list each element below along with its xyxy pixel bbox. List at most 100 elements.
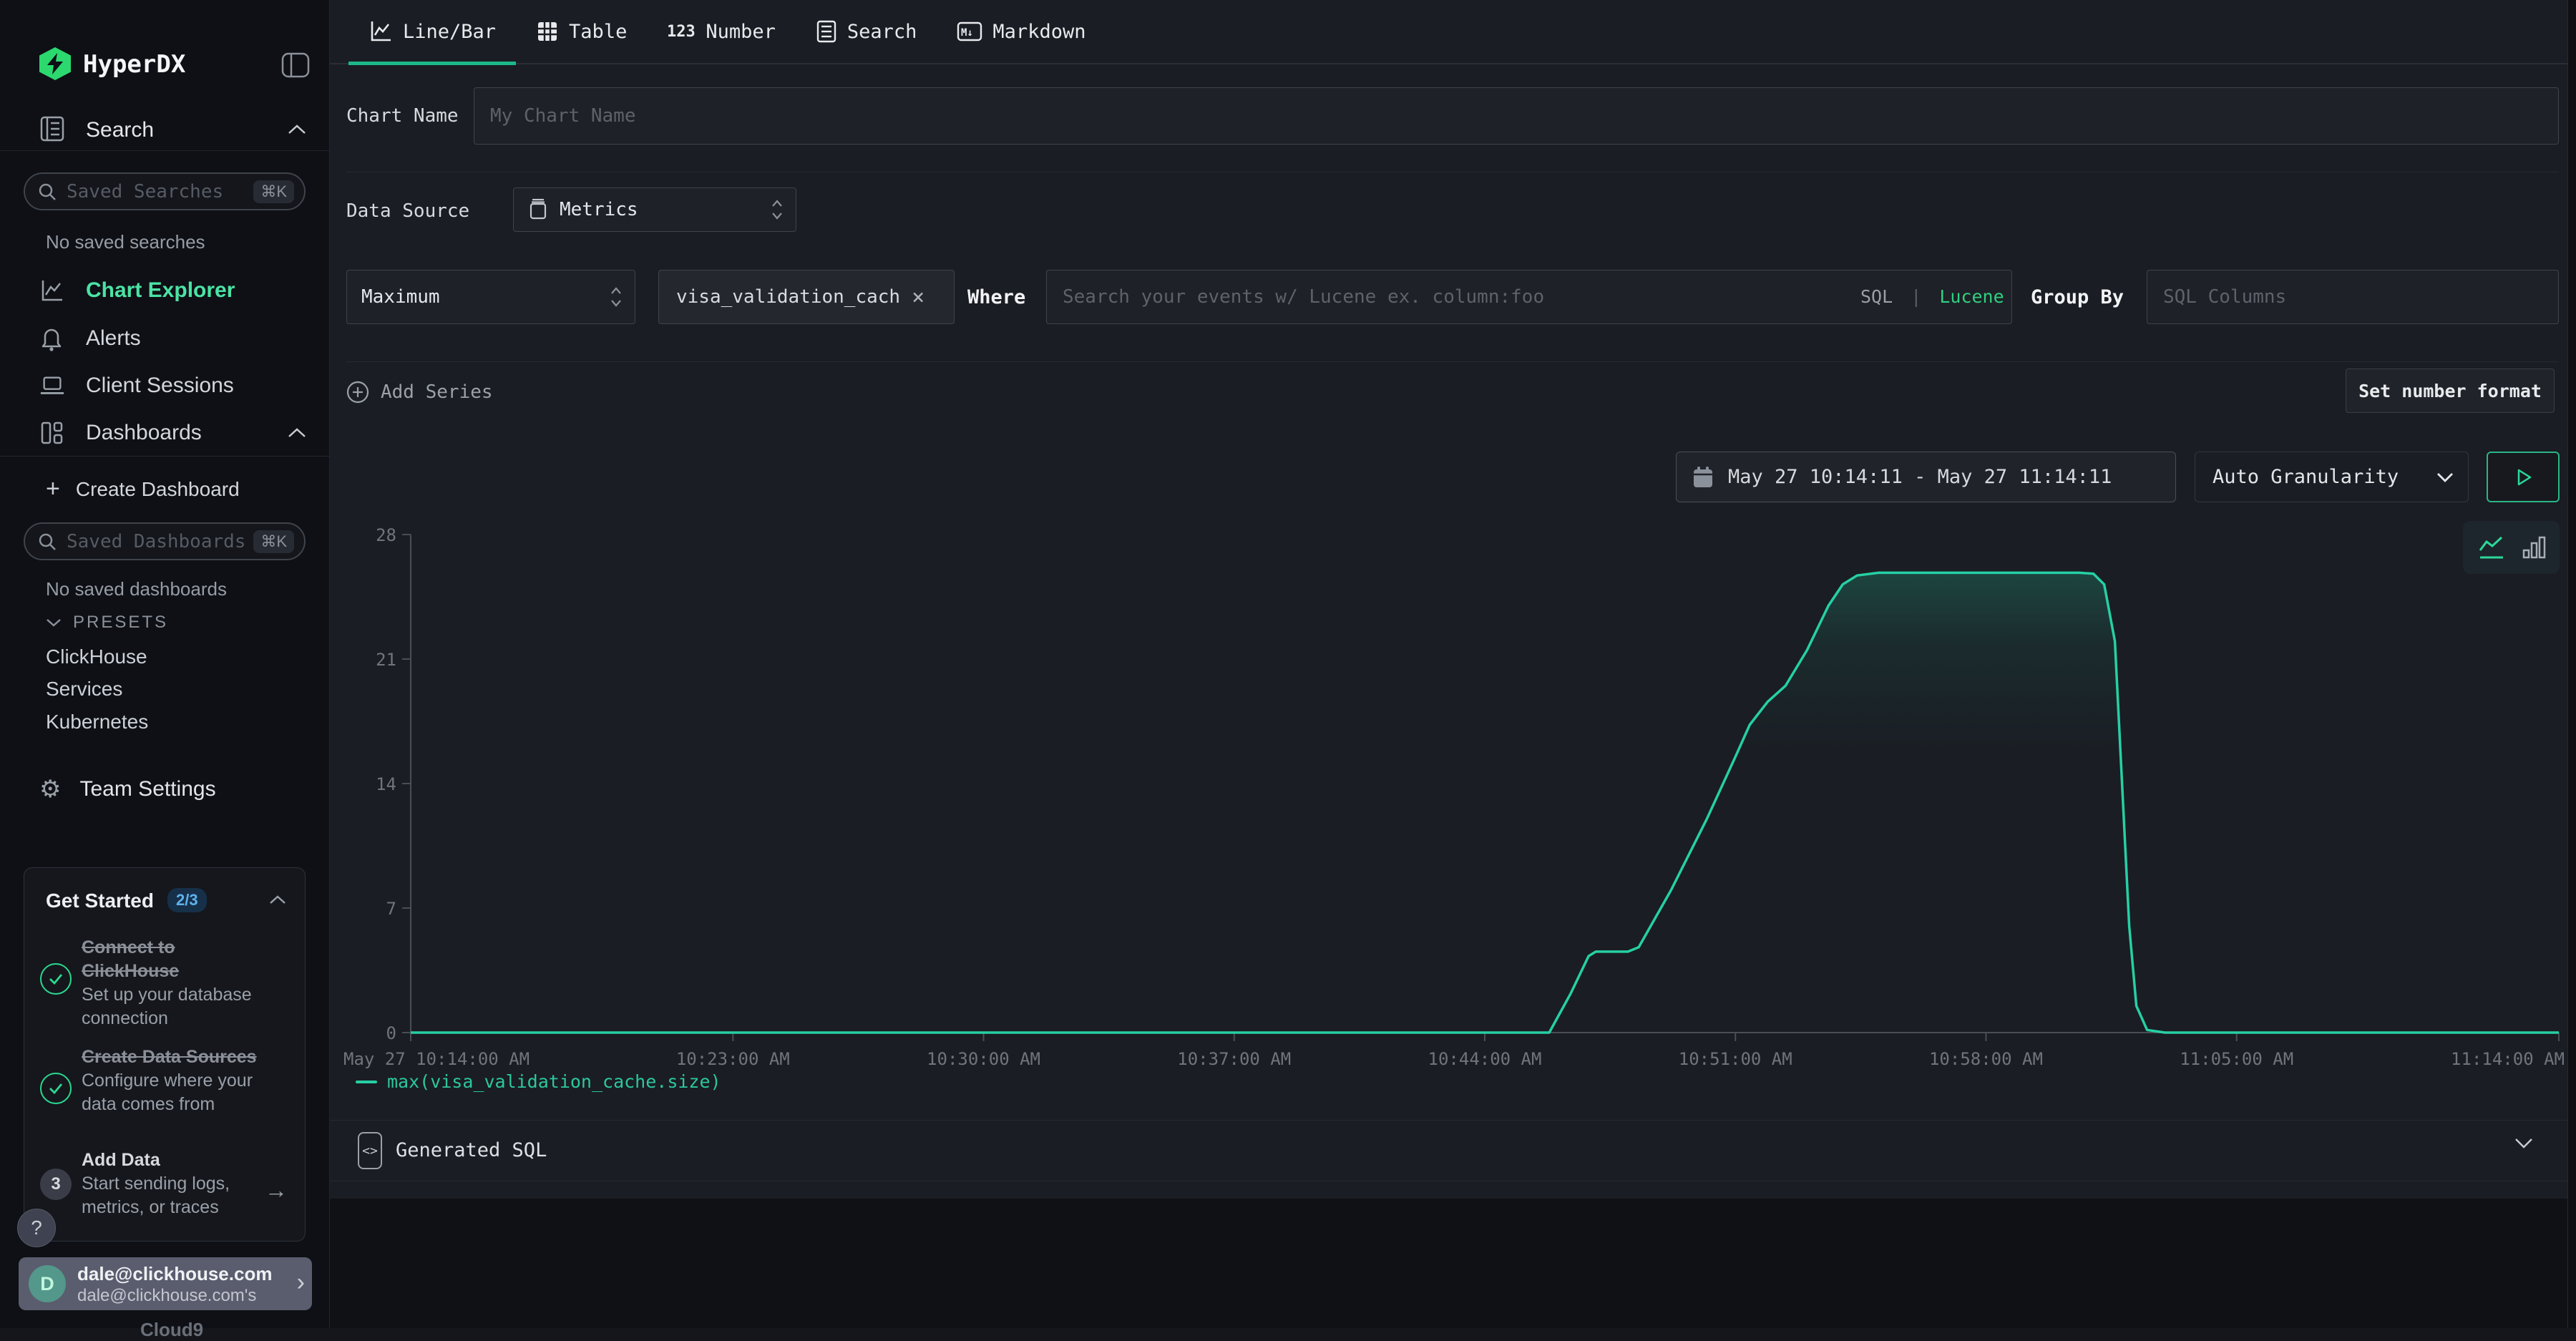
gear-icon: ⚙ (39, 775, 61, 804)
step-title: Connect to ClickHouse (82, 936, 260, 983)
y-axis-tick-label: 28 (376, 525, 396, 545)
chevron-up-icon (288, 428, 306, 442)
plus-circle-icon (346, 381, 369, 404)
x-axis-tick-label: 10:44:00 AM (1428, 1049, 1542, 1069)
data-source-select[interactable]: Metrics (513, 187, 796, 232)
time-series-chart[interactable]: 07142128May 27 10:14:00 AM10:23:00 AM10:… (330, 487, 2576, 1102)
sidebar-item-client-sessions[interactable]: Client Sessions (0, 365, 330, 406)
sidebar-item-label: Client Sessions (86, 374, 234, 398)
no-saved-searches-text: No saved searches (46, 231, 205, 253)
team-settings-item[interactable]: ⚙ Team Settings (39, 775, 216, 804)
check-circle-icon (40, 963, 72, 995)
step-texts: Create Data SourcesConfigure where your … (82, 1045, 260, 1116)
code-icon: <> (358, 1132, 382, 1169)
generated-sql-section[interactable]: <> Generated SQL (330, 1121, 2567, 1181)
tab-label: Markdown (992, 21, 1085, 43)
collapse-sidebar-button[interactable] (280, 52, 311, 82)
step-description: Configure where your data comes from (82, 1069, 260, 1116)
chart-type-tabs: Line/BarTable123NumberSearchM↓Markdown (330, 0, 2567, 64)
saved-dashboards-input[interactable]: Saved Dashboards ⌘K (24, 522, 306, 560)
sidebar-item-label: Alerts (86, 326, 141, 351)
get-started-collapse-icon[interactable] (269, 895, 286, 908)
table-icon (536, 20, 559, 43)
tab-table[interactable]: Table (516, 0, 647, 64)
set-number-format-label: Set number format (2358, 381, 2542, 401)
chart-name-input[interactable] (474, 87, 2559, 145)
tab-search[interactable]: Search (796, 0, 937, 64)
set-number-format-button[interactable]: Set number format (2346, 369, 2555, 413)
updown-chevron-icon (771, 199, 783, 220)
lucene-toggle[interactable]: Lucene (1939, 286, 2004, 307)
divider (346, 361, 2559, 362)
saved-dashboards-placeholder: Saved Dashboards (67, 531, 253, 552)
sidebar-item-dashboards[interactable]: Dashboards (0, 412, 330, 454)
presets-label: PRESETS (73, 613, 168, 633)
x-axis-tick-label: May 27 10:14:00 AM (343, 1049, 530, 1069)
document-icon (816, 20, 837, 43)
step-description: Set up your database connection (82, 983, 260, 1030)
preset-item-services[interactable]: Services (46, 678, 122, 701)
metric-chip-label: visa_validation_cach (676, 286, 900, 308)
data-source-value: Metrics (560, 199, 638, 220)
data-source-label: Data Source (346, 200, 469, 222)
search-section-collapse-icon[interactable] (288, 125, 306, 138)
presets-header[interactable]: PRESETS (46, 613, 168, 633)
where-label: Where (967, 286, 1025, 308)
step-texts: Connect to ClickHouseSet up your databas… (82, 936, 260, 1030)
x-axis-tick-label: 10:37:00 AM (1177, 1049, 1291, 1069)
date-range-value: May 27 10:14:11 - May 27 11:14:11 (1728, 466, 2112, 488)
search-section-label[interactable]: Search (86, 118, 154, 142)
dashboard-grid-icon (39, 420, 65, 446)
tab-markdown[interactable]: M↓Markdown (937, 0, 1106, 64)
aggregation-function-select[interactable]: Maximum (346, 270, 635, 324)
sql-toggle[interactable]: SQL (1860, 286, 1893, 307)
tab-line-bar[interactable]: Line/Bar (348, 0, 516, 64)
question-mark-icon: ? (31, 1216, 42, 1239)
group-by-input[interactable] (2147, 270, 2559, 324)
add-series-button[interactable]: Add Series (346, 376, 493, 408)
line-chart-icon (39, 278, 65, 303)
create-dashboard-button[interactable]: + Create Dashboard (46, 475, 240, 503)
sidebar-item-alerts[interactable]: Alerts (0, 318, 330, 359)
sidebar-collapse-icon (280, 52, 311, 79)
x-axis-tick-label: 10:23:00 AM (676, 1049, 790, 1069)
tab-number[interactable]: 123Number (647, 0, 796, 64)
step-number-badge: 3 (40, 1169, 72, 1200)
updown-chevron-icon (610, 286, 622, 308)
x-axis-tick-label: 10:58:00 AM (1929, 1049, 2043, 1069)
query-language-toggle[interactable]: SQL | Lucene (1860, 286, 2004, 307)
chart-legend[interactable]: max(visa_validation_cache.size) (356, 1071, 721, 1092)
toggle-separator: | (1911, 286, 1921, 307)
calendar-icon (1692, 466, 1714, 489)
arrow-right-icon: → (265, 1177, 288, 1204)
y-axis-tick-label: 0 (386, 1023, 396, 1043)
group-by-label: Group By (2031, 286, 2124, 308)
laptop-icon (39, 374, 65, 397)
saved-dashboards-shortcut: ⌘K (253, 530, 294, 553)
check-circle-icon (40, 1073, 72, 1104)
aggregation-function-value: Maximum (361, 286, 440, 308)
metric-chip[interactable]: visa_validation_cach × (658, 270, 955, 324)
granularity-value: Auto Granularity (2212, 466, 2399, 488)
chart-name-label: Chart Name (346, 105, 459, 127)
saved-searches-input[interactable]: Saved Searches ⌘K (24, 172, 306, 210)
chevron-right-icon: › (297, 1269, 305, 1297)
sidebar-item-chart-explorer[interactable]: Chart Explorer (0, 270, 330, 311)
series-line (411, 572, 2559, 1033)
preset-item-clickhouse[interactable]: ClickHouse (46, 645, 147, 668)
user-menu[interactable]: D dale@clickhouse.com dale@clickhouse.co… (19, 1257, 312, 1310)
brand-title: HyperDX (83, 50, 185, 79)
chevron-down-icon (2436, 472, 2454, 482)
play-icon (2513, 467, 2533, 487)
get-started-title: Get Started (46, 889, 154, 912)
database-icon (528, 198, 548, 221)
close-icon[interactable]: × (912, 285, 924, 310)
search-icon (38, 182, 57, 201)
avatar: D (29, 1265, 66, 1302)
preset-item-kubernetes[interactable]: Kubernetes (46, 711, 148, 733)
hyperdx-logo-icon (39, 47, 71, 80)
plus-icon: + (46, 475, 60, 503)
saved-searches-shortcut: ⌘K (253, 180, 294, 203)
help-button[interactable]: ? (17, 1209, 56, 1247)
123-icon: 123 (667, 21, 696, 42)
